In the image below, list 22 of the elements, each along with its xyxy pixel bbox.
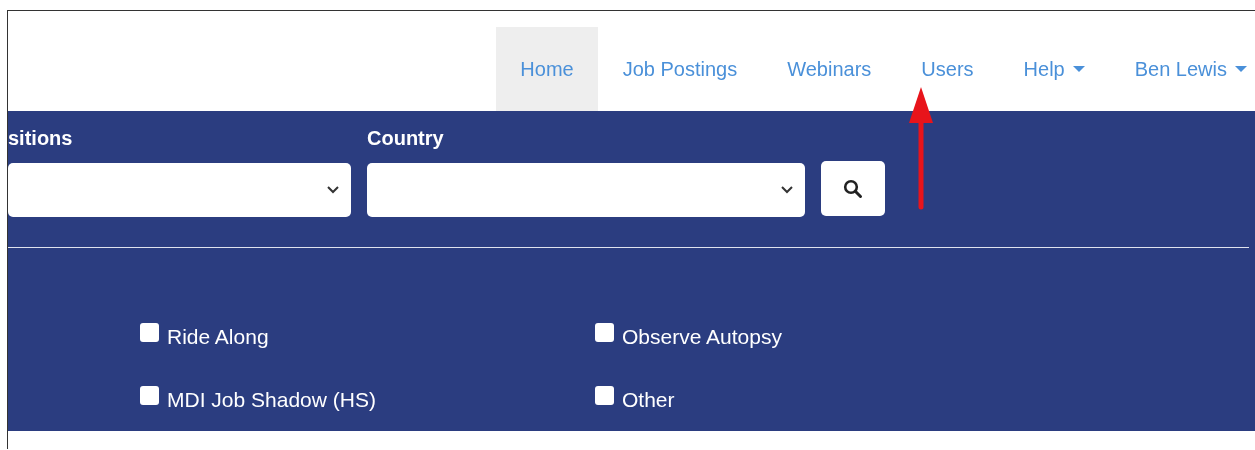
checkbox[interactable] <box>140 386 159 405</box>
chevron-icon <box>327 186 339 194</box>
nav-dropdown[interactable]: Help <box>998 27 1110 111</box>
checkbox[interactable] <box>595 323 614 342</box>
nav-link[interactable]: Users <box>896 27 999 111</box>
nav-dropdown[interactable]: Ben Lewis <box>1109 27 1255 111</box>
nav-link[interactable]: Home <box>496 27 598 111</box>
chevron-icon <box>781 186 793 194</box>
select-field[interactable] <box>367 163 805 217</box>
field-label: sitions <box>8 126 73 150</box>
checkbox[interactable] <box>595 386 614 405</box>
search-icon <box>843 178 863 199</box>
search-button[interactable] <box>821 161 885 216</box>
nav-link[interactable]: Job Postings <box>597 27 763 111</box>
checkbox-label: Other <box>622 387 675 412</box>
checkbox[interactable] <box>140 323 159 342</box>
field-label: Country <box>367 126 444 150</box>
nav-link[interactable]: Webinars <box>762 27 897 111</box>
checkbox-label: Ride Along <box>167 324 269 349</box>
select-field[interactable] <box>8 163 351 217</box>
checkbox-label: Observe Autopsy <box>622 324 782 349</box>
checkbox-label: MDI Job Shadow (HS) <box>167 387 376 412</box>
